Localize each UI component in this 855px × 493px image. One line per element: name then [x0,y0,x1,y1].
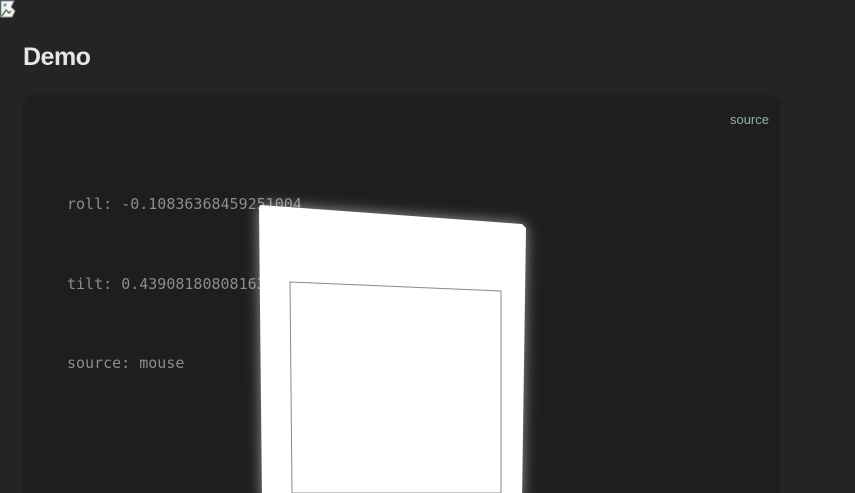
tilt-value: 0.439081808081639 [121,274,275,293]
source-label: source: [67,354,140,372]
tilt-label: tilt: [67,274,122,293]
card-surface[interactable] [259,205,526,493]
page: Demo source roll: -0.10836368459251004 t… [0,0,855,493]
source-value: mouse [139,354,185,372]
source-link[interactable]: source [730,112,769,127]
section-heading: Demo [23,43,91,71]
roll-label: roll: [67,195,122,213]
broken-image-icon [0,0,16,18]
